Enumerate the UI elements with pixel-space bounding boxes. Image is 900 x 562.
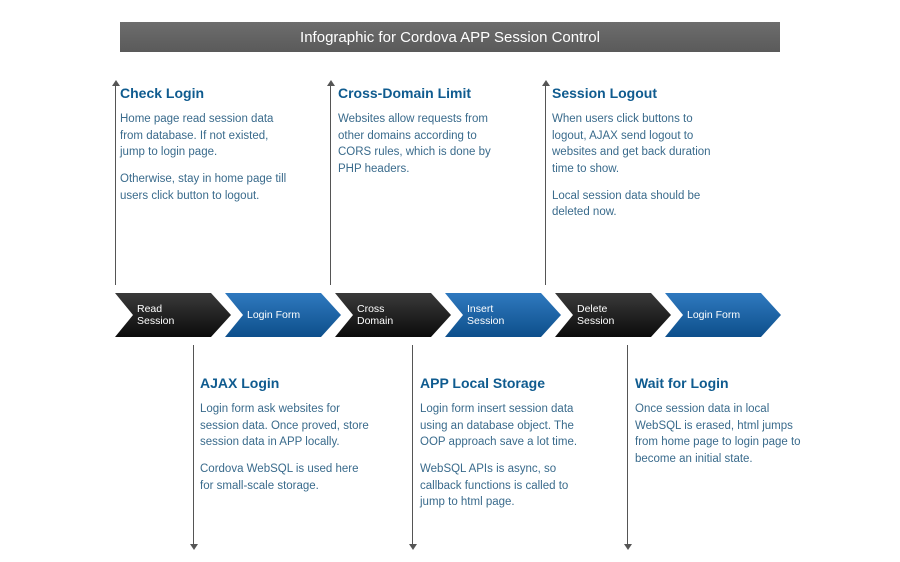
block-title: Check Login <box>120 85 290 101</box>
block-text: Login form ask websites for session data… <box>200 401 370 494</box>
block-text: Login form insert session data using an … <box>420 401 590 511</box>
block-check-login: Check Login Home page read session data … <box>120 85 290 214</box>
step-label: Cross Domain <box>357 303 417 327</box>
block-title: Cross-Domain Limit <box>338 85 508 101</box>
step-insert-session: Insert Session <box>445 293 543 337</box>
block-text: Home page read session data from databas… <box>120 111 290 204</box>
step-label: Read Session <box>137 303 197 327</box>
step-label: Login Form <box>687 309 747 321</box>
step-read-session: Read Session <box>115 293 213 337</box>
title-bar: Infographic for Cordova APP Session Cont… <box>120 22 780 52</box>
step-cross-domain: Cross Domain <box>335 293 433 337</box>
connector-up-3 <box>545 85 546 285</box>
block-app-local-storage: APP Local Storage Login form insert sess… <box>420 375 590 521</box>
infographic-container: Infographic for Cordova APP Session Cont… <box>0 0 900 562</box>
connector-down-3 <box>627 345 628 545</box>
step-login-form-2: Login Form <box>665 293 763 337</box>
block-cross-domain-limit: Cross-Domain Limit Websites allow reques… <box>338 85 508 188</box>
title-text: Infographic for Cordova APP Session Cont… <box>300 29 600 46</box>
step-label: Insert Session <box>467 303 527 327</box>
flow-row: Read Session Login Form Cross Domain Ins… <box>115 293 775 337</box>
block-wait-for-login: Wait for Login Once session data in loca… <box>635 375 805 478</box>
block-text: Websites allow requests from other domai… <box>338 111 508 178</box>
step-delete-session: Delete Session <box>555 293 653 337</box>
step-login-form-1: Login Form <box>225 293 323 337</box>
block-title: Session Logout <box>552 85 722 101</box>
step-label: Delete Session <box>577 303 637 327</box>
block-ajax-login: AJAX Login Login form ask websites for s… <box>200 375 370 504</box>
step-label: Login Form <box>247 309 307 321</box>
block-title: AJAX Login <box>200 375 370 391</box>
connector-up-1 <box>115 85 116 285</box>
block-title: Wait for Login <box>635 375 805 391</box>
block-text: When users click buttons to logout, AJAX… <box>552 111 722 221</box>
block-title: APP Local Storage <box>420 375 590 391</box>
block-text: Once session data in local WebSQL is era… <box>635 401 805 468</box>
connector-down-1 <box>193 345 194 545</box>
connector-up-2 <box>330 85 331 285</box>
block-session-logout: Session Logout When users click buttons … <box>552 85 722 231</box>
connector-down-2 <box>412 345 413 545</box>
